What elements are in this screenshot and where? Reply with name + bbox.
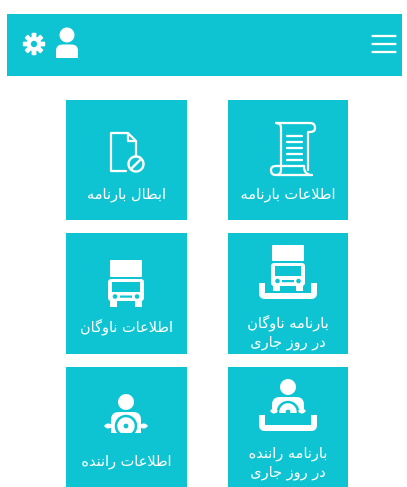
tile-waybill-info[interactable]: اطلاعات بارنامه (228, 100, 348, 220)
tile-label-line1: بارنامه راننده (248, 446, 328, 462)
truck-icon (108, 260, 144, 307)
driver-tray-icon (259, 379, 317, 431)
tile-label: اطلاعات بارنامه (240, 187, 336, 203)
tile-label-line2: در روز جاری (250, 465, 326, 481)
tile-driver-waybills-today[interactable]: بارنامه راننده در روز جاری (228, 367, 348, 487)
tile-label: بارنامه ناوگان در روز جاری (228, 315, 348, 353)
tile-label: بارنامه راننده در روز جاری (228, 445, 348, 483)
document-scroll-icon (269, 121, 317, 177)
tile-fleet-waybills-today[interactable]: بارنامه ناوگان در روز جاری (228, 233, 348, 354)
tile-fleet-info[interactable]: اطلاعات ناوگان (66, 233, 187, 354)
driver-steering-icon (104, 394, 148, 438)
gear-icon[interactable] (22, 32, 46, 56)
tile-label-line2: در روز جاری (250, 335, 326, 351)
tile-cancel-waybill[interactable]: ابطال بارنامه (66, 100, 187, 220)
hamburger-menu-icon[interactable] (371, 33, 397, 55)
user-icon[interactable] (55, 27, 79, 59)
truck-tray-icon (259, 245, 317, 299)
tile-label-line1: بارنامه ناوگان (247, 316, 329, 332)
tile-label: اطلاعات راننده (81, 454, 172, 470)
tile-driver-info[interactable]: اطلاعات راننده (66, 367, 187, 487)
tile-label: اطلاعات ناوگان (80, 320, 173, 336)
top-app-bar (7, 14, 402, 76)
tile-label: ابطال بارنامه (87, 187, 166, 203)
document-cancel-icon (109, 131, 145, 173)
